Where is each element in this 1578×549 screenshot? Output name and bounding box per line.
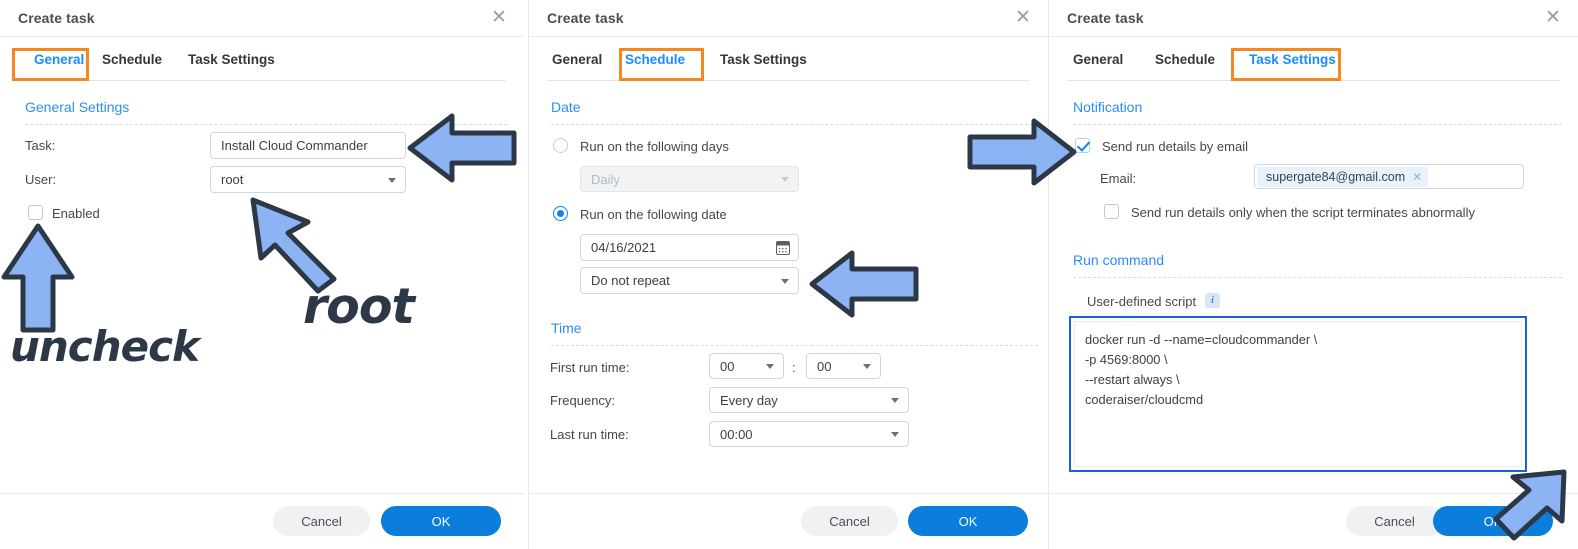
first-run-minute-value: 00 bbox=[817, 358, 832, 374]
section-title-run-command: Run command bbox=[1073, 252, 1165, 268]
close-icon[interactable]: ✕ bbox=[488, 7, 510, 29]
tab-bar: General Schedule Task Settings bbox=[547, 37, 1030, 81]
section-divider bbox=[1073, 277, 1562, 278]
cancel-button[interactable]: Cancel bbox=[273, 506, 370, 536]
tab-general[interactable]: General bbox=[550, 49, 604, 70]
dialog-title: Create task bbox=[547, 10, 624, 26]
tab-bar: General Schedule Task Settings bbox=[18, 37, 506, 81]
chevron-down-icon bbox=[781, 177, 789, 182]
send-email-checkbox[interactable] bbox=[1075, 138, 1090, 153]
date-input-value: 04/16/2021 bbox=[591, 240, 657, 255]
section-title-time: Time bbox=[551, 320, 582, 336]
chevron-down-icon bbox=[781, 278, 789, 284]
last-run-time-value: 00:00 bbox=[720, 426, 753, 442]
dialog-title: Create task bbox=[18, 10, 95, 26]
radio-run-following-days-label: Run on the following days bbox=[580, 139, 729, 154]
radio-run-following-date-label: Run on the following date bbox=[580, 207, 727, 222]
abnormal-only-checkbox[interactable] bbox=[1104, 204, 1119, 219]
footer-divider bbox=[0, 493, 524, 494]
frequency-label: Frequency: bbox=[550, 393, 616, 408]
first-run-minute-select[interactable]: 00 bbox=[806, 353, 881, 379]
tab-schedule[interactable]: Schedule bbox=[100, 49, 164, 70]
task-input[interactable]: Install Cloud Commander bbox=[210, 132, 406, 159]
enabled-label: Enabled bbox=[52, 206, 100, 221]
tab-schedule[interactable]: Schedule bbox=[1153, 49, 1217, 70]
first-run-time-label: First run time: bbox=[550, 360, 630, 375]
section-divider bbox=[551, 345, 1038, 346]
create-task-dialog-general: Create task ✕ General Schedule Task Sett… bbox=[0, 0, 524, 549]
section-divider bbox=[25, 124, 507, 125]
first-run-hour-select[interactable]: 00 bbox=[709, 353, 784, 379]
repeat-select-value: Do not repeat bbox=[591, 273, 670, 288]
chevron-down-icon bbox=[766, 364, 774, 369]
user-select-value: root bbox=[221, 172, 244, 187]
close-icon[interactable]: ✕ bbox=[1412, 170, 1422, 184]
cancel-button[interactable]: Cancel bbox=[801, 506, 898, 536]
user-defined-script-label: User-defined script bbox=[1087, 294, 1197, 309]
tab-task-settings[interactable]: Task Settings bbox=[186, 49, 277, 70]
frequency-select[interactable]: Every day bbox=[709, 387, 909, 413]
tab-schedule[interactable]: Schedule bbox=[623, 49, 687, 70]
ok-button[interactable]: OK bbox=[381, 506, 501, 536]
enabled-checkbox[interactable] bbox=[28, 205, 43, 220]
days-frequency-select[interactable]: Daily bbox=[580, 166, 799, 192]
create-task-dialog-schedule: Create task ✕ General Schedule Task Sett… bbox=[528, 0, 1048, 549]
section-title-notification: Notification bbox=[1073, 99, 1143, 115]
radio-run-following-date[interactable] bbox=[553, 206, 568, 221]
send-email-label: Send run details by email bbox=[1102, 139, 1248, 154]
chevron-down-icon bbox=[891, 432, 899, 437]
close-icon[interactable]: ✕ bbox=[1542, 7, 1564, 29]
footer-divider bbox=[1049, 493, 1578, 494]
last-run-time-select[interactable]: 00:00 bbox=[709, 421, 909, 447]
ok-button[interactable]: OK bbox=[908, 506, 1028, 536]
close-icon[interactable]: ✕ bbox=[1012, 7, 1034, 29]
email-token-text: supergate84@gmail.com bbox=[1266, 170, 1406, 184]
frequency-value: Every day bbox=[720, 392, 778, 408]
email-label: Email: bbox=[1100, 171, 1137, 186]
create-task-dialog-task-settings: Create task ✕ General Schedule Task Sett… bbox=[1048, 0, 1578, 549]
section-divider bbox=[1073, 124, 1562, 125]
section-title-general-settings: General Settings bbox=[25, 99, 130, 115]
chevron-down-icon bbox=[863, 364, 871, 369]
abnormal-only-label: Send run details only when the script te… bbox=[1131, 205, 1475, 220]
first-run-hour-value: 00 bbox=[720, 358, 735, 374]
cancel-button[interactable]: Cancel bbox=[1346, 506, 1443, 536]
tab-general[interactable]: General bbox=[1071, 49, 1125, 70]
dialog-title: Create task bbox=[1067, 10, 1144, 26]
script-textarea-content: docker run -d --name=cloudcommander \ -p… bbox=[1074, 321, 1522, 467]
section-divider bbox=[551, 124, 1038, 125]
footer-divider bbox=[529, 493, 1048, 494]
last-run-time-label: Last run time: bbox=[550, 427, 629, 442]
time-separator: : bbox=[792, 360, 796, 375]
user-select[interactable]: root bbox=[210, 166, 406, 193]
user-label: User: bbox=[25, 172, 57, 187]
chevron-down-icon bbox=[388, 177, 396, 183]
email-field[interactable]: supergate84@gmail.com ✕ bbox=[1254, 164, 1524, 189]
info-icon[interactable]: i bbox=[1205, 293, 1220, 308]
tab-general[interactable]: General bbox=[32, 49, 86, 70]
ok-button[interactable]: OK bbox=[1433, 506, 1553, 536]
email-token: supergate84@gmail.com ✕ bbox=[1257, 167, 1429, 187]
script-textarea[interactable]: docker run -d --name=cloudcommander \ -p… bbox=[1069, 316, 1527, 472]
tab-task-settings[interactable]: Task Settings bbox=[1247, 49, 1338, 70]
section-title-date: Date bbox=[551, 99, 581, 115]
radio-run-following-days[interactable] bbox=[553, 138, 568, 153]
tab-task-settings[interactable]: Task Settings bbox=[718, 49, 809, 70]
days-frequency-value: Daily bbox=[591, 171, 620, 187]
date-input[interactable]: 04/16/2021 bbox=[580, 234, 799, 261]
dialog-titlebar: Create task ✕ bbox=[1049, 0, 1578, 37]
calendar-icon[interactable] bbox=[776, 240, 790, 255]
dialog-titlebar: Create task ✕ bbox=[529, 0, 1048, 37]
screenshot-root: Create task ✕ General Schedule Task Sett… bbox=[0, 0, 1578, 549]
repeat-select[interactable]: Do not repeat bbox=[580, 267, 799, 294]
tab-bar: General Schedule Task Settings bbox=[1067, 37, 1560, 81]
dialog-titlebar: Create task ✕ bbox=[0, 0, 524, 37]
chevron-down-icon bbox=[891, 398, 899, 403]
task-label: Task: bbox=[25, 138, 56, 153]
